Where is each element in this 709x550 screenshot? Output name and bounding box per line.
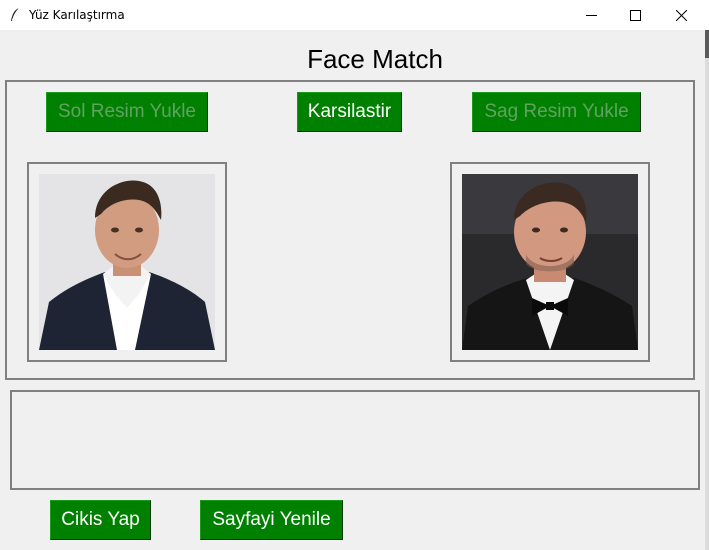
window-title: Yüz Karılaştırma [29, 8, 125, 22]
right-image [462, 174, 638, 350]
refresh-button[interactable]: Sayfayi Yenile [200, 500, 343, 540]
right-portrait-photo [462, 174, 638, 350]
maximize-icon [629, 9, 641, 21]
load-left-image-button[interactable]: Sol Resim Yukle [46, 92, 208, 132]
minimize-icon [585, 14, 597, 16]
exit-button[interactable]: Cikis Yap [50, 500, 151, 540]
window-edge [705, 30, 709, 550]
minimize-button[interactable] [568, 0, 614, 30]
feather-icon [11, 7, 20, 21]
maximize-button[interactable] [612, 0, 658, 30]
left-image [39, 174, 215, 350]
result-panel [10, 390, 700, 490]
close-icon [675, 9, 687, 21]
page-title: Face Match [307, 44, 443, 74]
title-bar: Yüz Karılaştırma [0, 0, 709, 30]
close-button[interactable] [658, 0, 704, 30]
compare-button[interactable]: Karsilastir [297, 92, 402, 132]
left-portrait-photo [39, 174, 215, 350]
load-right-image-button[interactable]: Sag Resim Yukle [472, 92, 641, 132]
